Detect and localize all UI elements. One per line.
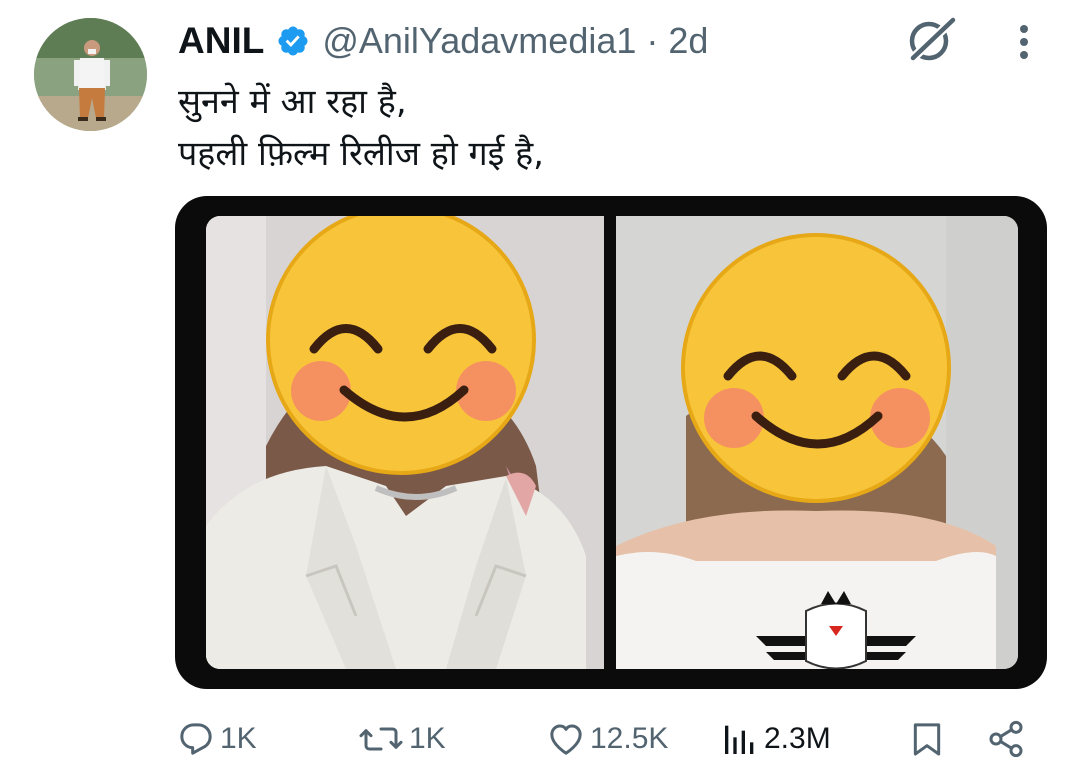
emoji-face-right xyxy=(681,233,951,503)
repost-icon xyxy=(359,727,403,751)
media-photo-right[interactable] xyxy=(616,216,1018,669)
share-icon xyxy=(989,720,1023,758)
separator-dot: · xyxy=(646,20,659,61)
like-count: 12.5K xyxy=(590,722,669,755)
tweet-media[interactable] xyxy=(175,196,1047,689)
more-vertical-icon xyxy=(1020,25,1028,59)
bookmark-button[interactable] xyxy=(907,712,947,766)
repost-button[interactable]: 1K xyxy=(357,712,446,766)
like-button[interactable]: 12.5K xyxy=(546,712,668,766)
grok-icon xyxy=(909,16,957,62)
tweet-text: सुनने में आ रहा है, पहली फ़िल्म रिलीज हो… xyxy=(178,76,544,180)
views-count: 2.3M xyxy=(764,722,831,755)
heart-icon xyxy=(550,724,582,755)
user-name[interactable]: ANIL xyxy=(178,20,264,62)
media-photo-left[interactable] xyxy=(206,216,604,669)
emoji-face-left xyxy=(266,216,536,475)
more-button[interactable] xyxy=(1005,18,1043,66)
grok-button[interactable] xyxy=(903,14,959,66)
reply-count: 1K xyxy=(220,722,257,755)
tweet-header: ANIL @AnilYadavmedia1 · 2d xyxy=(178,16,708,66)
user-handle[interactable]: @AnilYadavmedia1 xyxy=(322,20,636,62)
reply-button[interactable]: 1K xyxy=(176,712,257,766)
share-button[interactable] xyxy=(986,712,1026,766)
repost-count: 1K xyxy=(409,722,446,755)
reply-icon xyxy=(180,723,212,755)
tweet-card[interactable]: ANIL @AnilYadavmedia1 · 2d सुनने में आ र… xyxy=(0,0,1080,766)
timestamp[interactable]: 2d xyxy=(668,20,708,62)
bookmark-icon xyxy=(913,723,941,756)
action-bar: 1K 1K 12.5K 2.3M xyxy=(0,712,1080,766)
views-chart-icon xyxy=(725,725,754,754)
tweet-text-line: पहली फ़िल्म रिलीज हो गई है, xyxy=(178,134,544,174)
views-button[interactable]: 2.3M xyxy=(720,712,831,766)
tweet-text-line: सुनने में आ रहा है, xyxy=(178,82,407,122)
avatar[interactable] xyxy=(34,18,147,131)
verified-badge-icon xyxy=(278,26,308,56)
